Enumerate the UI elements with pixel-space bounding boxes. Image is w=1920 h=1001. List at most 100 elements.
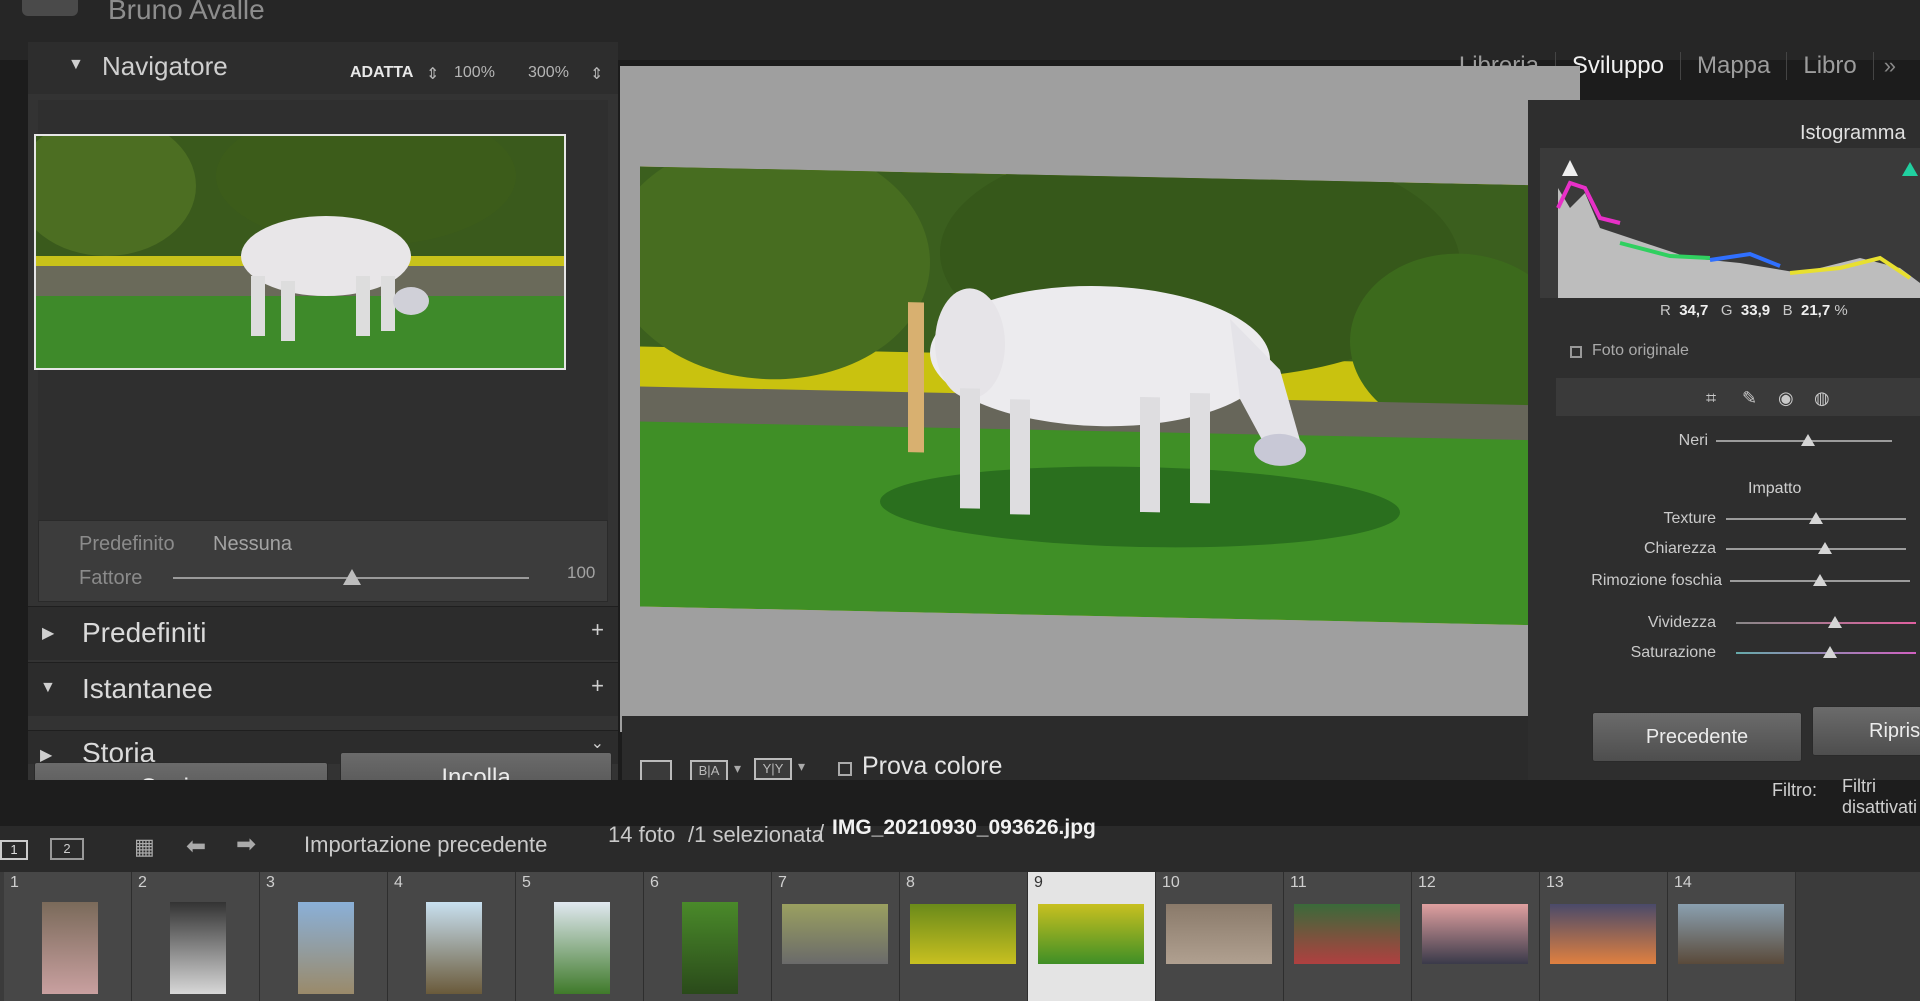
preset-area: Predefinito Nessuna Fattore 100 xyxy=(38,520,608,602)
zoom-300-option[interactable]: 300% xyxy=(528,64,569,82)
filmstrip-thumbnail[interactable] xyxy=(682,902,738,994)
expand-triangle-icon[interactable]: ▶ xyxy=(42,623,54,643)
more-modules-icon[interactable]: » xyxy=(1874,53,1896,79)
loupe-view-icon[interactable] xyxy=(640,760,672,782)
filmstrip-thumbnail[interactable] xyxy=(170,902,226,994)
before-after-view-icon[interactable]: B|A xyxy=(690,760,728,782)
filmstrip-cell[interactable]: 14 xyxy=(1668,872,1796,1001)
filmstrip-thumbnail[interactable] xyxy=(1038,904,1144,964)
filmstrip-thumbnail[interactable] xyxy=(426,902,482,994)
filmstrip-cell[interactable]: 7 xyxy=(772,872,900,1001)
filmstrip-cell-number: 8 xyxy=(906,874,915,891)
impact-group-label: Impatto xyxy=(1748,480,1802,497)
texture-label: Texture xyxy=(1663,510,1716,527)
filmstrip-thumbnail[interactable] xyxy=(1294,904,1400,964)
section-title: Storia xyxy=(82,737,156,764)
filmstrip-thumbnail[interactable] xyxy=(554,902,610,994)
filmstrip-cell[interactable]: 2 xyxy=(132,872,260,1001)
previous-button[interactable]: Precedente xyxy=(1592,712,1802,762)
filmstrip-cell-number: 13 xyxy=(1546,874,1564,891)
chevron-down-icon[interactable]: ⌄ xyxy=(591,733,604,753)
forward-arrow-icon[interactable]: ➡ xyxy=(236,830,256,859)
filmstrip-cell[interactable]: 1 xyxy=(4,872,132,1001)
zoom-fit-option[interactable]: ADATTA xyxy=(350,64,413,82)
navigator-title: Navigatore xyxy=(102,51,228,81)
filter-value[interactable]: Filtri disattivati xyxy=(1842,776,1920,818)
horse-photo-image xyxy=(610,138,1570,626)
r-value: 34,7 xyxy=(1679,302,1709,319)
mask-icon[interactable]: ◍ xyxy=(1814,388,1830,409)
filmstrip-cell-number: 12 xyxy=(1418,874,1436,891)
collapse-triangle-icon[interactable]: ▼ xyxy=(40,679,56,697)
filmstrip-source[interactable]: Importazione precedente xyxy=(304,832,547,858)
module-libro[interactable]: Libro xyxy=(1787,52,1874,80)
yy-view-icon[interactable]: Y|Y xyxy=(754,758,792,780)
navigator-header[interactable]: ▼ Navigatore ADATTA ⇕ 100% 300% ⇕ xyxy=(28,42,618,94)
path-separator: / xyxy=(818,820,825,845)
texture-slider-knob[interactable] xyxy=(1809,512,1823,524)
proof-checkbox[interactable] xyxy=(838,762,852,776)
navigator-thumbnail[interactable] xyxy=(16,106,566,370)
add-snapshot-icon[interactable]: + xyxy=(591,673,604,699)
updown-arrow-icon[interactable]: ⇕ xyxy=(426,64,439,84)
chiarezza-slider-track[interactable] xyxy=(1726,548,1906,550)
grid-view-icon[interactable]: ▦ xyxy=(134,834,155,860)
filmstrip-thumbnail[interactable] xyxy=(298,902,354,994)
updown-arrow-icon[interactable]: ⇕ xyxy=(590,64,603,84)
main-photo[interactable] xyxy=(610,138,1570,626)
brush-icon[interactable]: ✎ xyxy=(1742,388,1757,409)
filmstrip-cell[interactable]: 10 xyxy=(1156,872,1284,1001)
filmstrip-thumbnail[interactable] xyxy=(910,904,1016,964)
filmstrip-cell[interactable]: 5 xyxy=(516,872,644,1001)
rimozione-foschia-label: Rimozione foschia xyxy=(1591,572,1722,589)
original-photo-checkbox[interactable] xyxy=(1570,346,1582,358)
filmstrip-cell[interactable]: 8 xyxy=(900,872,1028,1001)
section-predefiniti[interactable]: ▶ Predefiniti + xyxy=(28,606,618,660)
add-preset-icon[interactable]: + xyxy=(591,617,604,643)
saturazione-slider-knob[interactable] xyxy=(1822,646,1837,658)
filmstrip-cell[interactable]: 12 xyxy=(1412,872,1540,1001)
filmstrip-cell[interactable]: 13 xyxy=(1540,872,1668,1001)
histogram-title[interactable]: Istogramma xyxy=(1800,122,1906,145)
factor-slider-knob[interactable] xyxy=(343,569,361,585)
filmstrip-thumbnail[interactable] xyxy=(1166,904,1272,964)
section-istantanee[interactable]: ▼ Istantanee + xyxy=(28,662,618,716)
filmstrip-cell-number: 5 xyxy=(522,874,531,891)
percent-unit: % xyxy=(1834,302,1848,319)
zoom-100-option[interactable]: 100% xyxy=(454,64,495,82)
filmstrip-cell[interactable]: 11 xyxy=(1284,872,1412,1001)
module-mappa[interactable]: Mappa xyxy=(1681,52,1788,80)
filmstrip-cell[interactable]: 6 xyxy=(644,872,772,1001)
filmstrip-cell[interactable]: 9 xyxy=(1028,872,1156,1001)
red-eye-icon[interactable]: ◉ xyxy=(1778,388,1794,409)
preset-value[interactable]: Nessuna xyxy=(213,533,292,556)
collapse-triangle-icon[interactable]: ▼ xyxy=(68,56,84,74)
vividezza-slider-knob[interactable] xyxy=(1828,616,1842,628)
filmstrip-thumbnail[interactable] xyxy=(1550,904,1656,964)
back-arrow-icon[interactable]: ⬅ xyxy=(186,832,206,861)
neri-slider-knob[interactable] xyxy=(1800,434,1815,446)
vividezza-slider-track[interactable] xyxy=(1736,622,1916,624)
secondary-window-button[interactable]: 2 xyxy=(50,838,84,860)
filmstrip-thumbnail[interactable] xyxy=(42,902,98,994)
filmstrip-thumbnail[interactable] xyxy=(1678,904,1784,964)
current-filename[interactable]: IMG_20210930_093626.jpg xyxy=(832,816,1096,840)
filmstrip-cell-number: 11 xyxy=(1290,874,1307,891)
filmstrip-cell-number: 3 xyxy=(266,874,275,891)
filmstrip-cell[interactable]: 3 xyxy=(260,872,388,1001)
chevron-down-icon[interactable]: ▾ xyxy=(798,758,805,775)
filmstrip-thumbnail[interactable] xyxy=(1422,904,1528,964)
tool-strip xyxy=(1556,378,1920,416)
filmstrip-cell[interactable]: 4 xyxy=(388,872,516,1001)
rimozione-foschia-slider-knob[interactable] xyxy=(1813,574,1827,586)
chiarezza-slider-knob[interactable] xyxy=(1818,542,1832,554)
reset-button[interactable]: Ripristina xyxy=(1812,706,1920,756)
filmstrip-thumbnail[interactable] xyxy=(782,904,888,964)
chevron-down-icon[interactable]: ▾ xyxy=(734,760,741,777)
crop-icon[interactable]: ⌗ xyxy=(1706,388,1716,409)
histogram[interactable] xyxy=(1540,148,1920,298)
original-photo-label[interactable]: Foto originale xyxy=(1592,342,1689,360)
primary-window-button[interactable]: 1 xyxy=(0,840,28,860)
proof-label[interactable]: Prova colore xyxy=(862,752,1002,781)
g-value: 33,9 xyxy=(1740,302,1771,319)
